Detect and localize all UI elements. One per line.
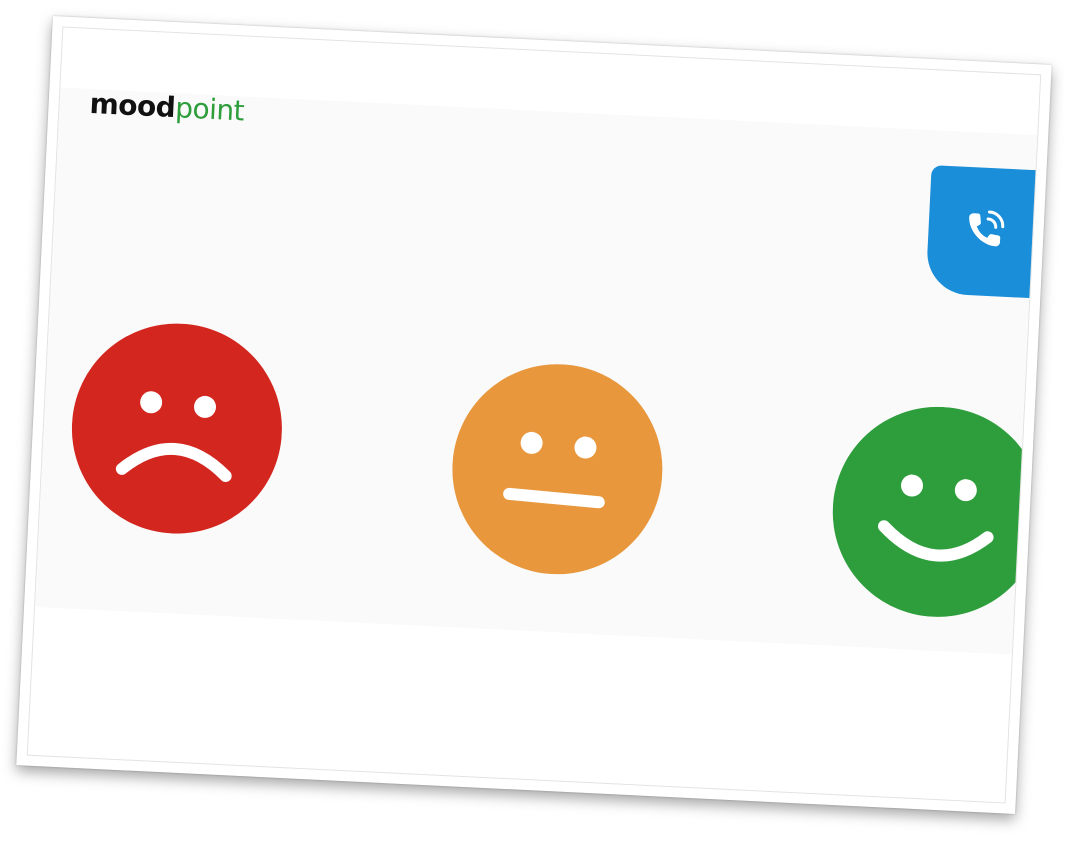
logo-text-point: point: [174, 91, 245, 128]
logo-text-mood: mood: [88, 86, 177, 125]
happy-face-icon: [832, 406, 1042, 617]
sad-face-button[interactable]: [67, 319, 287, 539]
neutral-face-button[interactable]: [447, 359, 667, 579]
kiosk-screen: moodpoint: [26, 26, 1042, 804]
call-button[interactable]: [925, 165, 1038, 299]
sad-face-icon: [71, 323, 282, 534]
neutral-face-icon: [452, 364, 663, 575]
screen-photo-frame: moodpoint: [16, 16, 1052, 814]
happy-face-button[interactable]: [828, 402, 1042, 622]
phone-ringing-icon: [969, 210, 1005, 247]
